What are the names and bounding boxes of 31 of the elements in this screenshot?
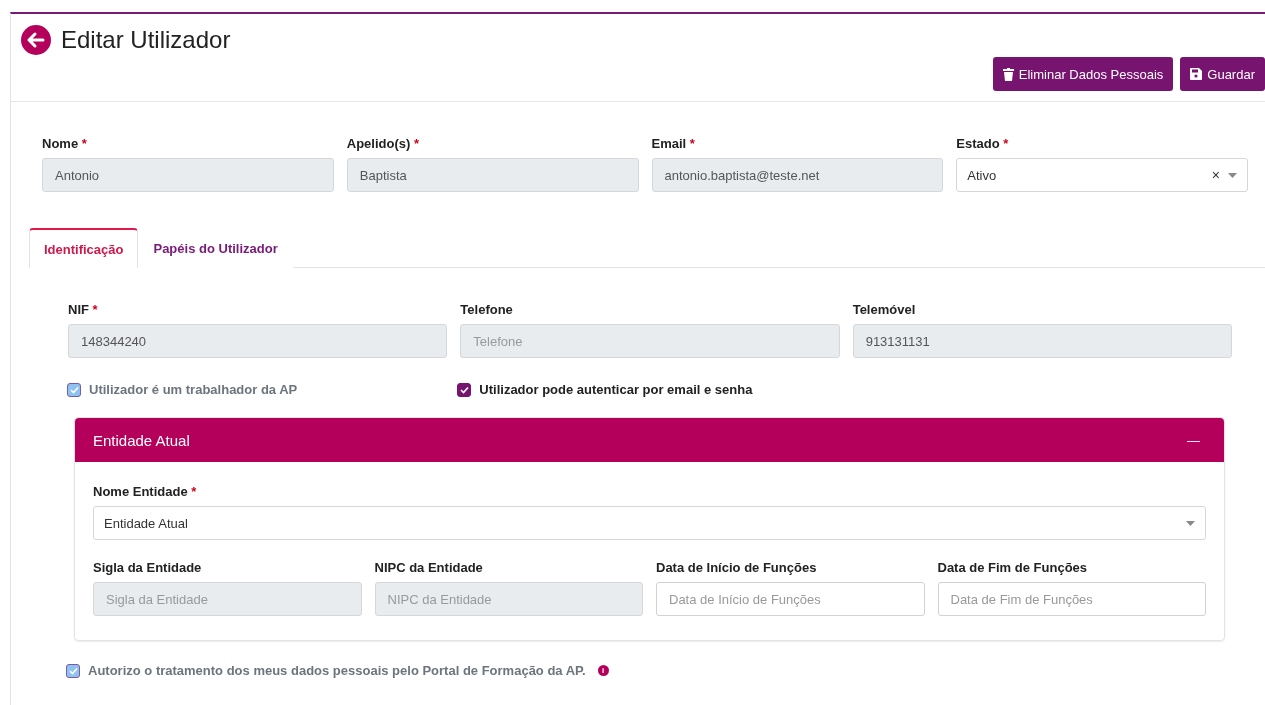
field-label: Estado * [956, 136, 1010, 151]
field-label: Email * [651, 136, 696, 151]
trash-icon [1002, 67, 1014, 81]
panel-title: Entidade Atual [93, 431, 190, 449]
field-label: Nome Entidade * [93, 484, 198, 499]
input-field[interactable]: Data de Fim de Funções [937, 582, 1206, 616]
field-label: Apelido(s) * [346, 136, 420, 151]
select-field[interactable]: Entidade Atual [93, 506, 1206, 540]
checkbox[interactable] [457, 382, 472, 397]
checkbox-label: Autorizo o tratamento dos meus dados pessoais pelo Portal de Formação da AP. [88, 663, 586, 678]
select-field[interactable]: Ativo × [956, 158, 1248, 192]
collapse-button[interactable]: — [1181, 431, 1206, 449]
page-title: Editar Utilizador [61, 26, 231, 54]
input-field[interactable]: Data de Início de Funções [656, 582, 925, 616]
tab[interactable]: Identificação [29, 228, 139, 268]
field-label: NIPC da Entidade [374, 560, 484, 575]
checkbox-label: Utilizador é um trabalhador da AP [89, 382, 298, 397]
field-label: Telemóvel [852, 302, 917, 317]
caret-icon [1228, 172, 1237, 178]
field-label: Nome * [42, 136, 88, 151]
field-label: Sigla da Entidade [93, 560, 203, 575]
clear-button[interactable]: × [1211, 167, 1220, 183]
field-label: Telefone [460, 302, 514, 317]
delete-button[interactable]: Eliminar Dados Pessoais [992, 57, 1174, 91]
back-icon[interactable] [21, 25, 51, 55]
caret-icon [1186, 520, 1195, 526]
field-label: Data de Fim de Funções [937, 560, 1089, 575]
checkbox-label: Utilizador pode autenticar por email e senha [479, 382, 753, 397]
field-label: NIF * [68, 302, 99, 317]
field-label: Data de Início de Funções [656, 560, 818, 575]
save-button[interactable]: Guardar [1180, 57, 1265, 91]
